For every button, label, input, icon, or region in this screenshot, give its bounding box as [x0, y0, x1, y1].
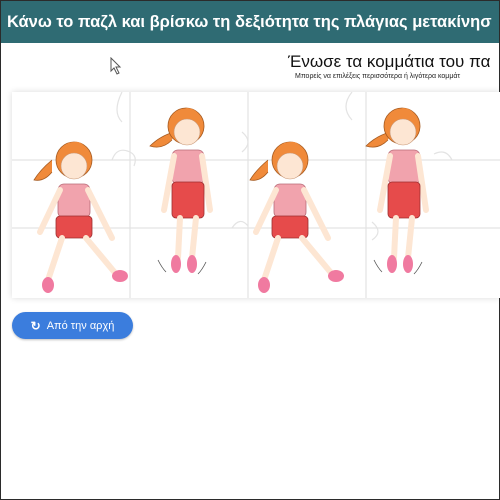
- page-header: Κάνω το παζλ και βρίσκω τη δεξιότητα της…: [1, 1, 499, 43]
- mouse-cursor-icon: [110, 57, 122, 75]
- puzzle-piece-figure-1[interactable]: [33, 141, 128, 293]
- puzzle-board[interactable]: [12, 92, 500, 298]
- restart-button-label: Από την αρχή: [46, 319, 115, 332]
- refresh-icon: ↻: [30, 318, 41, 333]
- puzzle-instructions: Μπορείς να επιλέξεις περισσότερα ή λιγότ…: [295, 73, 461, 80]
- restart-button[interactable]: ↻ Από την αρχή: [12, 312, 133, 339]
- puzzle-piece-figure-2[interactable]: [149, 107, 213, 275]
- puzzle-piece-figure-3[interactable]: [249, 141, 344, 293]
- page-title: Κάνω το παζλ και βρίσκω τη δεξιότητα της…: [7, 13, 492, 31]
- puzzle-heading: Ένωσε τα κομμάτια του πα: [288, 52, 491, 71]
- puzzle-piece-figure-4[interactable]: [365, 107, 429, 275]
